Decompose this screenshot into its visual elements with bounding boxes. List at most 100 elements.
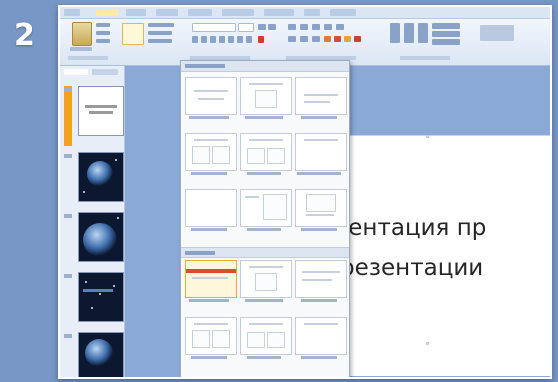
- office-button[interactable]: [64, 9, 80, 16]
- layout-section-header[interactable]: [295, 77, 347, 115]
- layout-theme-title[interactable]: [185, 260, 237, 298]
- font-color-icon[interactable]: [258, 36, 264, 43]
- slide-thumbnail[interactable]: [78, 152, 124, 202]
- text-direction-icon[interactable]: [334, 36, 341, 42]
- thumbnail-text: [83, 289, 113, 292]
- layout-placeholder: [304, 94, 338, 96]
- tab-animations[interactable]: [188, 9, 212, 16]
- columns-icon[interactable]: [324, 36, 331, 42]
- layout-placeholder: [247, 332, 265, 348]
- layout-label: [191, 172, 227, 175]
- shrink-font-icon[interactable]: [268, 24, 276, 30]
- layout-theme-blank[interactable]: [295, 317, 347, 355]
- layout-picture-with-caption[interactable]: [295, 189, 347, 227]
- tab-home[interactable]: [96, 9, 118, 16]
- layout-label: [189, 299, 229, 302]
- slide-thumbnail[interactable]: [78, 272, 124, 322]
- tab-insert[interactable]: [126, 9, 146, 16]
- layout-placeholder: [302, 279, 332, 281]
- tab-review[interactable]: [264, 9, 294, 16]
- bullets-icon[interactable]: [288, 24, 296, 30]
- layout-content-with-caption[interactable]: [240, 189, 292, 227]
- arrange-icon[interactable]: [404, 23, 414, 43]
- drawing-group-label: [400, 56, 450, 60]
- layout-theme-two-content[interactable]: [185, 317, 237, 355]
- align-left-icon[interactable]: [288, 36, 296, 42]
- italic-icon[interactable]: [201, 36, 207, 43]
- align-right-icon[interactable]: [312, 36, 320, 42]
- slide-title-line2[interactable]: презентации: [325, 254, 550, 282]
- layout-label: [247, 172, 281, 175]
- layout-placeholder: [249, 266, 283, 268]
- tab-outline[interactable]: [92, 69, 118, 75]
- star: [115, 159, 117, 161]
- tab-slides[interactable]: [64, 69, 88, 75]
- line-spacing-icon[interactable]: [336, 24, 344, 30]
- layout-title-only[interactable]: [295, 133, 347, 171]
- grow-font-icon[interactable]: [258, 24, 266, 30]
- layout-two-content[interactable]: [185, 133, 237, 171]
- bold-icon[interactable]: [192, 36, 198, 43]
- align-center-icon[interactable]: [300, 36, 308, 42]
- layout-placeholder: [255, 273, 277, 291]
- theme-layouts-separator: [181, 247, 349, 258]
- layout-placeholder: [194, 139, 228, 141]
- decrease-indent-icon[interactable]: [312, 24, 320, 30]
- shape-effects-button[interactable]: [432, 39, 460, 45]
- layout-label: [301, 299, 337, 302]
- tab-design[interactable]: [156, 9, 178, 16]
- shapes-gallery-icon[interactable]: [390, 23, 400, 43]
- layout-label: [301, 356, 337, 359]
- new-slide-icon[interactable]: [122, 23, 144, 45]
- resize-handle[interactable]: [426, 342, 429, 345]
- layout-blank[interactable]: [185, 189, 237, 227]
- smartart-icon[interactable]: [354, 36, 361, 42]
- tab-developer[interactable]: [330, 9, 356, 16]
- underline-icon[interactable]: [210, 36, 216, 43]
- layout-placeholder: [255, 90, 277, 108]
- quick-styles-icon[interactable]: [418, 23, 428, 43]
- increase-indent-icon[interactable]: [324, 24, 332, 30]
- layout-label: [189, 116, 229, 119]
- slide-thumbnail[interactable]: [78, 86, 124, 136]
- gallery-header: [181, 61, 349, 72]
- strikethrough-icon[interactable]: [219, 36, 225, 43]
- layout-placeholder: [192, 330, 210, 348]
- slide-thumbnail[interactable]: [78, 332, 124, 377]
- layout-placeholder: [212, 146, 230, 164]
- delete-button[interactable]: [148, 39, 172, 43]
- shape-fill-button[interactable]: [432, 23, 460, 29]
- layout-theme-content[interactable]: [240, 260, 292, 298]
- shadow-icon[interactable]: [228, 36, 234, 43]
- shape-outline-button[interactable]: [432, 31, 460, 37]
- numbering-icon[interactable]: [300, 24, 308, 30]
- layout-comparison[interactable]: [240, 133, 292, 171]
- spacing-icon[interactable]: [237, 36, 243, 43]
- find-replace-group[interactable]: [480, 25, 514, 41]
- tab-slide-show[interactable]: [222, 9, 254, 16]
- slides-panel: [60, 66, 125, 377]
- change-case-icon[interactable]: [246, 36, 252, 43]
- align-text-icon[interactable]: [344, 36, 351, 42]
- cut-icon[interactable]: [96, 23, 110, 27]
- copy-icon[interactable]: [96, 31, 110, 35]
- resize-handle[interactable]: [426, 135, 429, 138]
- theme-layouts-label: [185, 251, 215, 255]
- layout-theme-comparison[interactable]: [240, 317, 292, 355]
- layout-title-and-content[interactable]: [240, 77, 292, 115]
- format-painter-icon[interactable]: [96, 39, 110, 43]
- layout-placeholder: [306, 194, 336, 212]
- slide-number: [64, 88, 72, 92]
- font-size-select[interactable]: [238, 23, 254, 32]
- layout-button[interactable]: [148, 23, 174, 27]
- layout-theme-section[interactable]: [295, 260, 347, 298]
- layout-placeholder: [249, 83, 283, 85]
- reset-button[interactable]: [148, 31, 172, 35]
- slide-thumbnail[interactable]: [78, 212, 124, 262]
- paste-icon[interactable]: [72, 22, 92, 46]
- tab-view[interactable]: [304, 9, 320, 16]
- layout-title-slide[interactable]: [185, 77, 237, 115]
- star: [117, 217, 119, 219]
- font-name-select[interactable]: [192, 23, 236, 32]
- star: [85, 281, 87, 283]
